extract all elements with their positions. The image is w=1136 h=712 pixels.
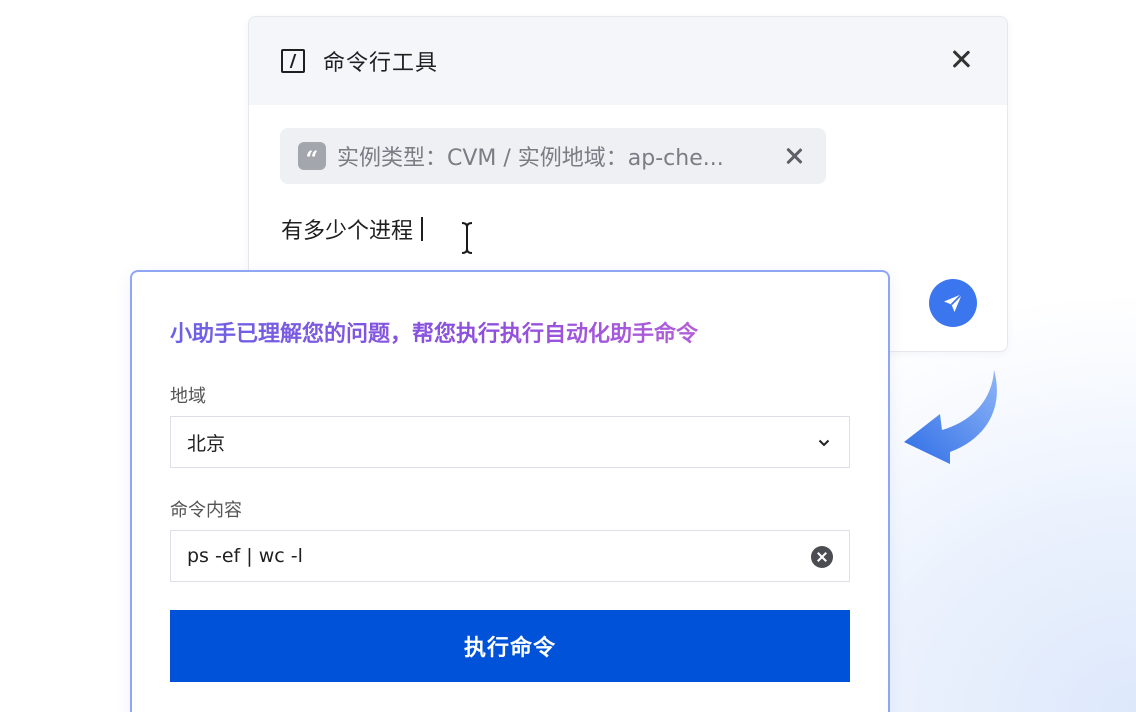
terminal-icon (281, 49, 305, 73)
close-icon[interactable] (949, 47, 973, 71)
context-chip-text: 实例类型：CVM / 实例地域：ap-che... (337, 146, 724, 171)
text-caret (421, 217, 424, 241)
execute-command-button[interactable]: 执行命令 (170, 610, 850, 682)
command-label: 命令内容 (170, 500, 242, 521)
query-input[interactable]: 有多少个进程 (281, 213, 424, 245)
send-button[interactable] (929, 279, 977, 327)
quote-icon: “ (298, 142, 326, 171)
chevron-down-icon (818, 439, 830, 447)
assistant-result-card: 小助手已理解您的问题，帮您执行执行自动化助手命令 地域 北京 命令内容 ps -… (130, 270, 890, 712)
panel-header: 命令行工具 (249, 17, 1007, 105)
remove-context-icon[interactable] (784, 146, 804, 166)
clear-icon[interactable] (811, 546, 833, 568)
command-value: ps -ef | wc -l (187, 545, 303, 567)
send-icon (944, 293, 963, 312)
curved-arrow-icon (904, 370, 997, 464)
context-chip: “ 实例类型：CVM / 实例地域：ap-che... (280, 128, 826, 184)
assistant-message: 小助手已理解您的问题，帮您执行执行自动化助手命令 (170, 316, 698, 348)
panel-title: 命令行工具 (323, 51, 439, 76)
command-input[interactable]: ps -ef | wc -l (170, 530, 850, 582)
region-label: 地域 (170, 386, 206, 407)
query-text: 有多少个进程 (281, 219, 414, 244)
ibeam-cursor-icon (461, 222, 473, 254)
region-select[interactable]: 北京 (170, 416, 850, 468)
region-value: 北京 (187, 432, 226, 455)
